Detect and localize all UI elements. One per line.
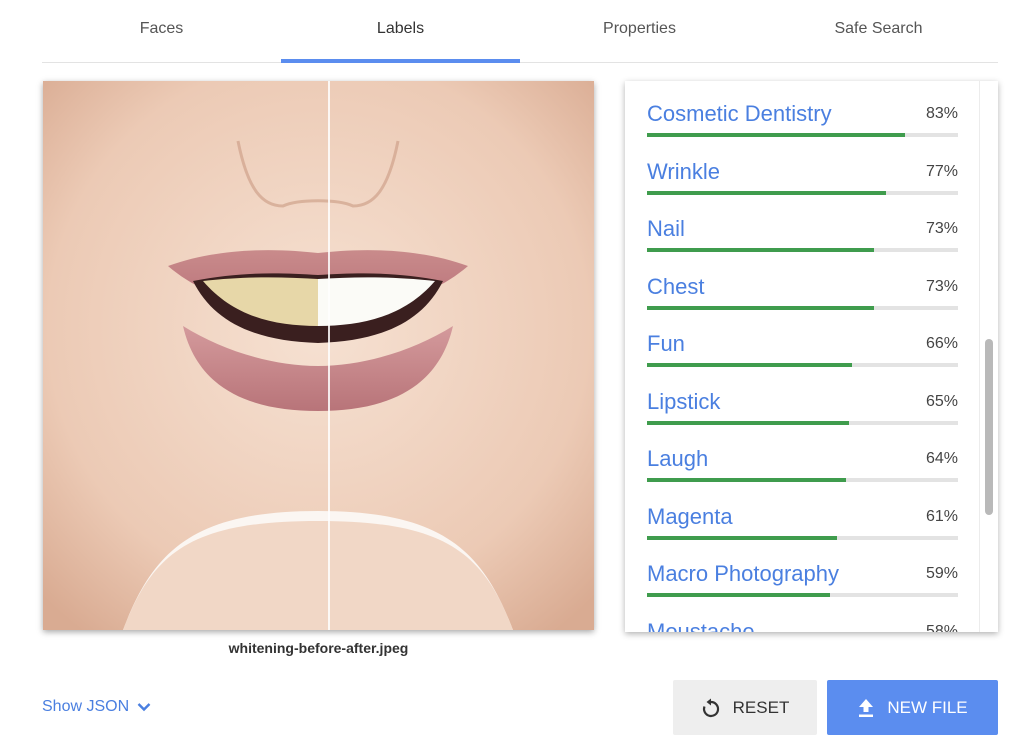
label-score: 61% (925, 507, 958, 525)
score-bar-track (647, 133, 958, 137)
label-list: Cosmetic Dentistry 83% Wrinkle 77% Nail … (647, 81, 958, 632)
new-file-button[interactable]: NEW FILE (827, 680, 998, 735)
label-name[interactable]: Chest (647, 274, 704, 300)
label-name[interactable]: Lipstick (647, 389, 720, 415)
tab-bar: Faces Labels Properties Safe Search (42, 0, 998, 63)
tab-faces[interactable]: Faces (42, 0, 281, 62)
label-score: 83% (925, 105, 958, 122)
label-name[interactable]: Laugh (647, 446, 708, 472)
upload-icon (857, 698, 875, 718)
analyzed-photo (43, 81, 594, 630)
label-row[interactable]: Magenta 61% (647, 484, 958, 542)
image-filename: whitening-before-after.jpeg (228, 640, 409, 656)
reset-icon (701, 698, 721, 718)
scrollbar-thumb[interactable] (985, 339, 993, 515)
label-score: 64% (925, 450, 958, 467)
score-bar-track (647, 593, 958, 597)
tab-label: Safe Search (834, 20, 923, 37)
label-score: 66% (925, 335, 958, 352)
label-name[interactable]: Macro Photography (647, 561, 839, 587)
label-score: 59% (925, 565, 958, 582)
label-name[interactable]: Nail (647, 216, 685, 242)
score-bar-fill (647, 478, 847, 482)
score-bar-track (647, 478, 958, 482)
label-row[interactable]: Cosmetic Dentistry 83% (647, 81, 958, 139)
chevron-down-icon (137, 702, 151, 712)
labels-scrollbar[interactable] (979, 81, 998, 632)
score-bar-fill (647, 248, 875, 252)
label-name[interactable]: Wrinkle (647, 159, 720, 185)
label-score: 58% (925, 622, 958, 633)
label-row[interactable]: Fun 66% (647, 311, 958, 369)
score-bar-track (647, 190, 958, 195)
score-bar-fill (647, 535, 837, 540)
label-row[interactable]: Nail 73% (647, 196, 958, 254)
show-json-label: Show JSON (42, 698, 130, 715)
score-bar-track (647, 420, 958, 425)
smile-photo-illustration (43, 81, 594, 630)
label-name[interactable]: Fun (647, 331, 685, 357)
score-bar-fill (647, 363, 853, 367)
score-bar-fill (647, 190, 887, 195)
label-row[interactable]: Moustache 58% (647, 599, 958, 633)
reset-label: RESET (732, 697, 790, 717)
score-bar-track (647, 363, 958, 367)
score-bar-track (647, 305, 958, 310)
tab-properties[interactable]: Properties (520, 0, 759, 62)
label-name[interactable]: Magenta (647, 504, 733, 530)
label-row[interactable]: Wrinkle 77% (647, 139, 958, 197)
label-row[interactable]: Lipstick 65% (647, 369, 958, 427)
score-bar-track (647, 535, 958, 540)
label-row[interactable]: Chest 73% (647, 254, 958, 312)
label-name[interactable]: Moustache (647, 619, 755, 633)
reset-button[interactable]: RESET (673, 680, 817, 735)
tab-labels[interactable]: Labels (281, 0, 520, 63)
label-name[interactable]: Cosmetic Dentistry (647, 101, 832, 127)
label-score: 73% (925, 220, 958, 237)
new-file-label: NEW FILE (887, 697, 968, 717)
tab-label: Labels (376, 20, 425, 37)
score-bar-fill (647, 133, 906, 137)
score-bar-fill (647, 420, 850, 425)
label-score: 77% (925, 162, 958, 180)
tab-safe-search[interactable]: Safe Search (759, 0, 998, 62)
label-score: 73% (925, 277, 958, 295)
label-row[interactable]: Laugh 64% (647, 426, 958, 484)
label-score: 65% (925, 392, 958, 410)
score-bar-fill (647, 305, 875, 310)
tab-label: Faces (139, 20, 184, 37)
label-row[interactable]: Macro Photography 59% (647, 541, 958, 599)
score-bar-fill (647, 593, 831, 597)
tab-label: Properties (603, 20, 676, 37)
score-bar-track (647, 248, 958, 252)
show-json-toggle[interactable]: Show JSON (42, 698, 151, 716)
labels-panel: Cosmetic Dentistry 83% Wrinkle 77% Nail … (625, 81, 998, 632)
